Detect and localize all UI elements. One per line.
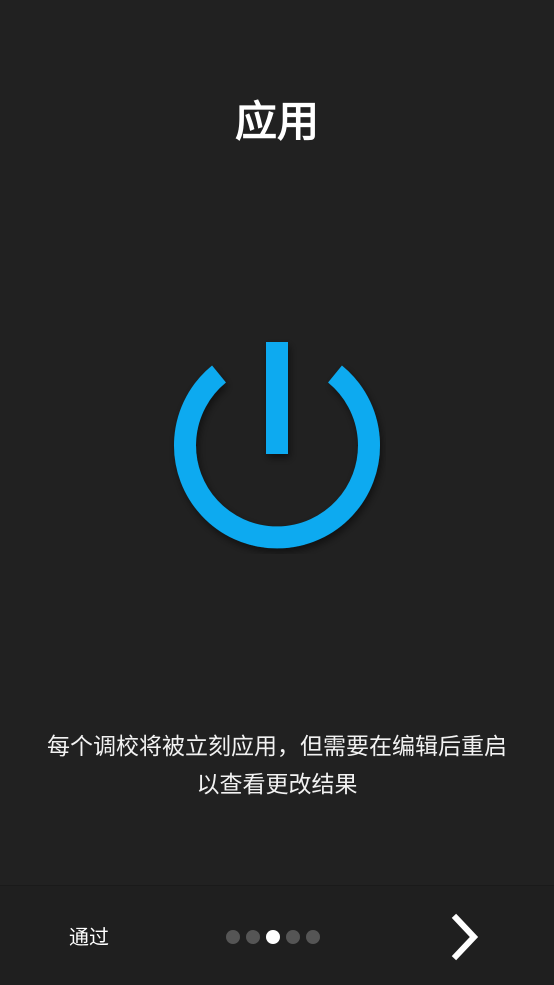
onboarding-screen: 应用 每个调校将被立刻应用，但需要在编辑后重启 以查看更改结果 通过 [0,0,554,985]
description-line-1: 每个调校将被立刻应用，但需要在编辑后重启 [47,734,507,760]
page-indicator [226,930,320,944]
bottom-navigation-bar: 通过 [0,885,554,985]
description-line-2: 以查看更改结果 [196,772,358,798]
page-dot-3-active [266,930,280,944]
page-dot-1 [226,930,240,944]
page-dot-5 [306,930,320,944]
skip-button[interactable]: 通过 [52,916,126,958]
page-title: 应用 [234,97,319,146]
power-icon [174,342,380,549]
next-button[interactable] [440,910,490,964]
page-dot-2 [246,930,260,944]
chevron-right-icon [451,913,479,961]
description-text: 每个调校将被立刻应用，但需要在编辑后重启 以查看更改结果 [20,728,534,804]
page-dot-4 [286,930,300,944]
